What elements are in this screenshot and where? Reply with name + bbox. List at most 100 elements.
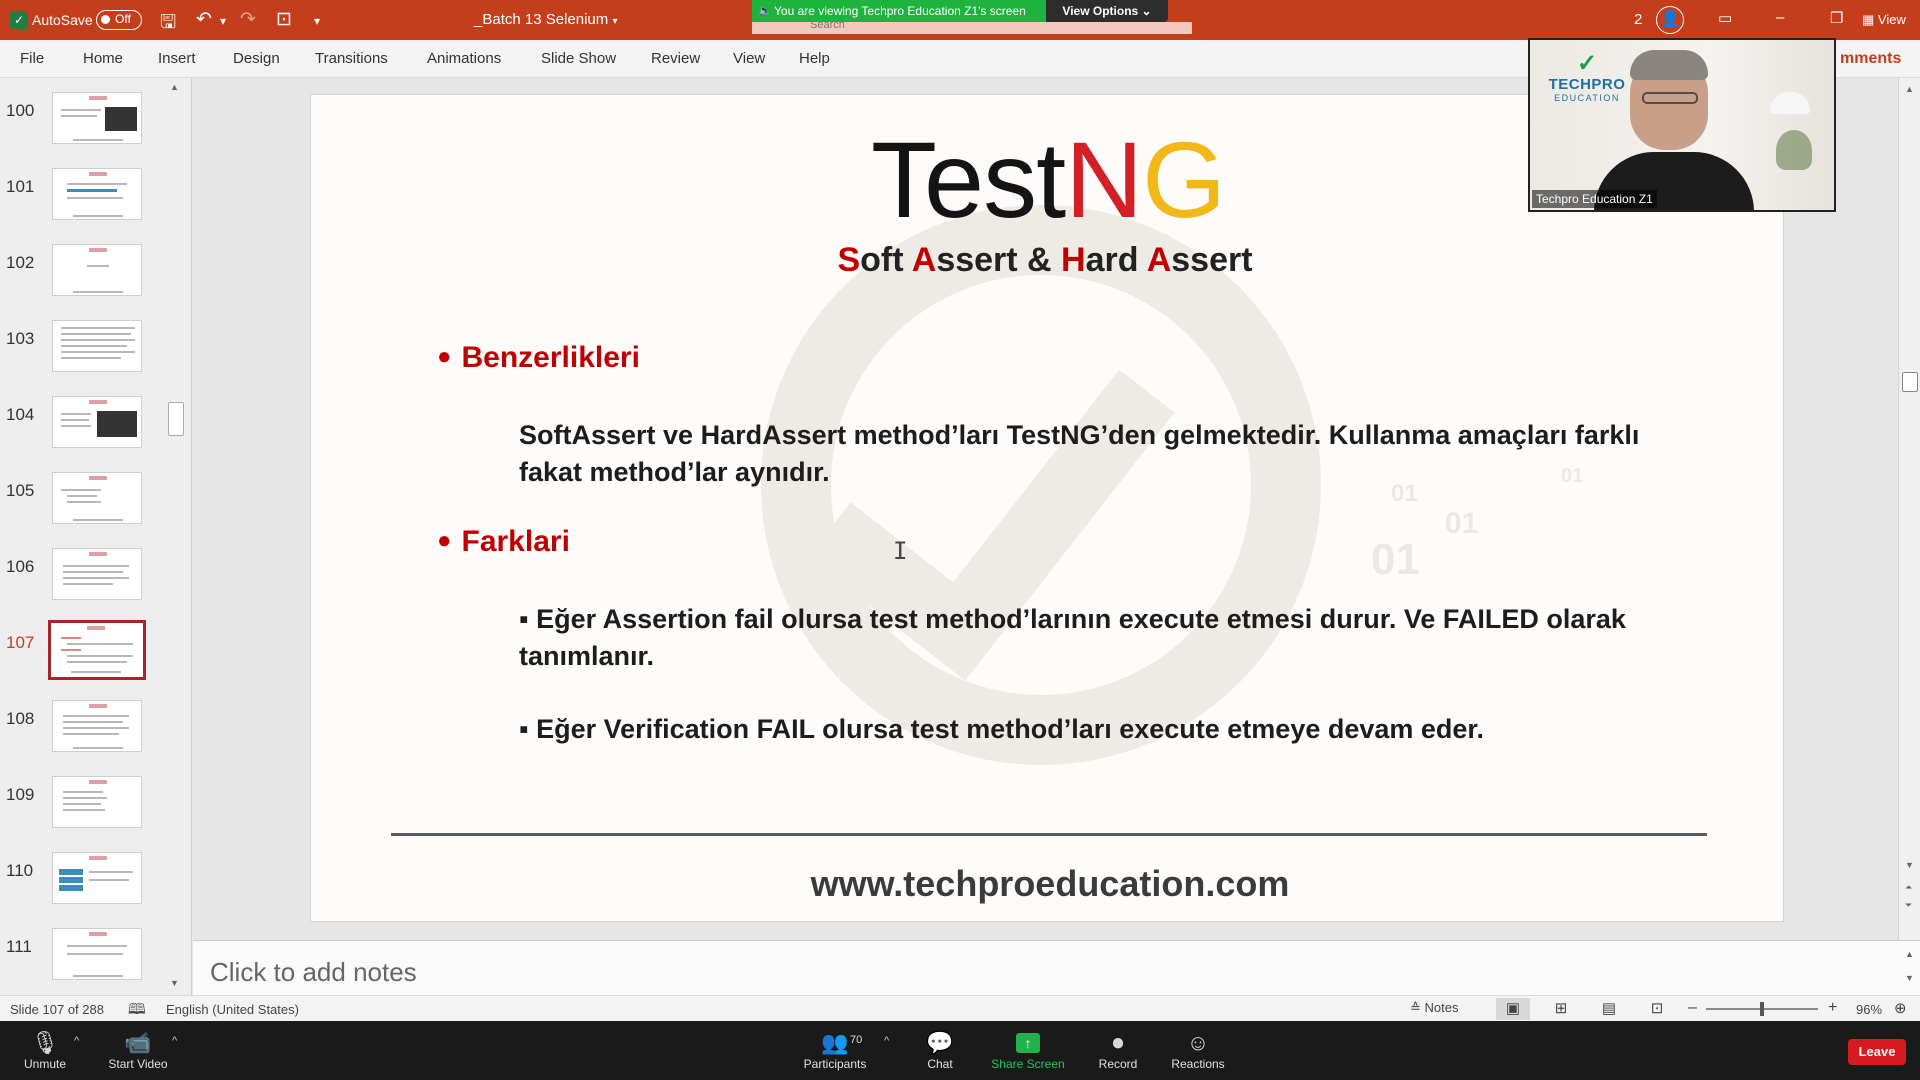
slide-sorter-icon[interactable]: ⊞ — [1544, 998, 1578, 1020]
notes-button[interactable]: ≙ Notes — [1410, 1000, 1458, 1016]
screen-share-banner: 🔈 You are viewing Techpro Education Z1's… — [752, 0, 1046, 22]
minimize-icon[interactable]: – — [1776, 9, 1784, 26]
speaker-name-label: Techpro Education Z1 — [1532, 190, 1657, 208]
zoom-level[interactable]: 96% — [1856, 1002, 1882, 1017]
speaker-video-tile[interactable]: ✓ TECHPRO EDUCATION Techpro Education Z1 — [1528, 38, 1836, 212]
thumbnail-slide-102[interactable]: 102 — [0, 244, 170, 314]
thumbnail-preview[interactable] — [52, 168, 142, 220]
thumbnail-number: 108 — [6, 709, 35, 728]
reactions-button[interactable]: ☺ Reactions — [1168, 1029, 1228, 1071]
thumbnail-number: 107 — [6, 633, 35, 652]
tab-view[interactable]: View — [733, 50, 765, 67]
autosave-toggle[interactable]: Off — [96, 10, 142, 30]
chat-button[interactable]: 💬 Chat — [920, 1029, 960, 1071]
record-button[interactable]: ⏺ Record — [1094, 1029, 1142, 1071]
thumbnail-slide-110[interactable]: 110 — [0, 852, 170, 922]
status-bar: Slide 107 of 288 🕮 English (United State… — [0, 995, 1920, 1021]
scroll-down-icon[interactable]: ▼ — [170, 978, 179, 988]
thumbnail-preview[interactable] — [52, 548, 142, 600]
thumbnail-slide-100[interactable]: 100 — [0, 92, 170, 162]
tab-animations[interactable]: Animations — [427, 50, 501, 67]
thumbnail-slide-105[interactable]: 105 — [0, 472, 170, 542]
scroll-down-icon[interactable]: ▼ — [1905, 973, 1914, 983]
thumbnail-slide-107[interactable]: 107 — [0, 620, 170, 694]
video-options-icon[interactable]: ^ — [172, 1035, 177, 1047]
undo-icon[interactable]: ↶ — [196, 8, 212, 31]
zoom-slider-knob[interactable] — [1760, 1002, 1764, 1016]
thumbnail-slide-103[interactable]: 103 — [0, 320, 170, 390]
tab-design[interactable]: Design — [233, 50, 280, 67]
unmute-button[interactable]: 🎙 Unmute — [20, 1029, 70, 1071]
comments-button[interactable]: mments — [1840, 50, 1901, 68]
autosave-label: AutoSave — [32, 12, 93, 28]
thumbnail-slide-104[interactable]: 104 — [0, 396, 170, 466]
scroll-up-icon[interactable]: ▲ — [1905, 949, 1914, 959]
participants-options-icon[interactable]: ^ — [884, 1035, 889, 1047]
scroll-up-icon[interactable]: ▲ — [170, 82, 179, 92]
thumbnail-preview[interactable] — [52, 852, 142, 904]
scroll-down-icon[interactable]: ▼ — [1905, 860, 1914, 870]
notes-placeholder[interactable]: Click to add notes — [210, 957, 417, 988]
save-icon[interactable]: 🖫 — [160, 8, 176, 40]
thumbnail-preview[interactable] — [52, 92, 142, 144]
thumbnail-preview[interactable] — [52, 928, 142, 980]
tab-help[interactable]: Help — [799, 50, 830, 67]
zoom-in-icon[interactable]: + — [1828, 999, 1837, 1017]
thumbnail-slide-106[interactable]: 106 — [0, 548, 170, 618]
tab-insert[interactable]: Insert — [158, 50, 196, 67]
thumbnail-preview[interactable] — [52, 776, 142, 828]
thumbnail-slide-109[interactable]: 109 — [0, 776, 170, 846]
fit-slide-icon[interactable]: ⊕ — [1894, 999, 1907, 1017]
audio-options-icon[interactable]: ^ — [74, 1035, 79, 1047]
slideshow-view-icon[interactable]: ⊡ — [1640, 998, 1674, 1020]
thumbnail-slide-108[interactable]: 108 — [0, 700, 170, 770]
thumbnail-preview[interactable] — [52, 244, 142, 296]
tab-home[interactable]: Home — [83, 50, 123, 67]
tab-review[interactable]: Review — [651, 50, 700, 67]
thumbnail-preview[interactable] — [52, 472, 142, 524]
undo-dropdown-icon[interactable]: ▾ — [220, 14, 226, 28]
start-video-button[interactable]: 📹 Start Video — [106, 1029, 170, 1071]
thumbnail-preview[interactable] — [52, 700, 142, 752]
thumbnail-preview[interactable] — [52, 396, 142, 448]
leave-button[interactable]: Leave — [1848, 1039, 1906, 1065]
share-screen-button[interactable]: ↑ Share Screen — [990, 1029, 1066, 1071]
zoom-view-button[interactable]: ▦ View — [1862, 12, 1906, 28]
normal-view-icon[interactable]: ▣ — [1496, 998, 1530, 1020]
thumbnail-number: 106 — [6, 557, 35, 576]
restore-icon[interactable]: ❐ — [1830, 9, 1843, 27]
thumbnail-number: 103 — [6, 329, 35, 348]
thumbnail-slide-111[interactable]: 111 — [0, 928, 170, 998]
tab-file[interactable]: File — [20, 50, 44, 67]
document-title[interactable]: _Batch 13 Selenium ▾ — [474, 11, 617, 28]
tab-slide-show[interactable]: Slide Show — [541, 50, 616, 67]
difference-item: ▪ Eğer Assertion fail olursa test method… — [519, 604, 1626, 671]
scroll-thumb[interactable] — [168, 402, 184, 436]
thumbnail-preview-selected[interactable] — [48, 620, 146, 680]
zoom-out-icon[interactable]: – — [1688, 999, 1697, 1017]
previous-slide-icon[interactable]: ⏶ — [1905, 882, 1912, 893]
thumbnail-preview[interactable] — [52, 320, 142, 372]
notes-pane[interactable]: Click to add notes ▲ ▼ — [193, 940, 1920, 995]
thumbnail-number: 104 — [6, 405, 35, 424]
search-input[interactable]: Search — [752, 22, 1192, 34]
zoom-slider[interactable] — [1706, 1002, 1818, 1016]
language-indicator[interactable]: English (United States) — [166, 1002, 299, 1017]
scroll-thumb[interactable] — [1902, 372, 1918, 392]
scroll-up-icon[interactable]: ▲ — [1905, 84, 1914, 94]
ribbon-display-icon[interactable]: ▭ — [1718, 9, 1732, 27]
redo-icon[interactable]: ↷ — [240, 8, 256, 31]
slide-canvas[interactable]: 01 01 01 01 TestNG Soft Assert & Hard As… — [310, 94, 1784, 922]
divider — [391, 833, 1707, 836]
title-bar: ✓ AutoSave Off 🖫 ↶ ▾ ↷ ⊡ ▾ _Batch 13 Sel… — [0, 0, 1920, 40]
editor-scrollbar[interactable]: ▲ ▼ ⏶ ⏷ — [1898, 78, 1920, 940]
tab-transitions[interactable]: Transitions — [315, 50, 388, 67]
view-options-button[interactable]: View Options ⌄ — [1046, 0, 1168, 22]
present-icon[interactable]: ⊡ — [276, 8, 292, 31]
reading-view-icon[interactable]: ▤ — [1592, 998, 1626, 1020]
user-avatar-icon[interactable]: 👤 — [1656, 6, 1684, 34]
next-slide-icon[interactable]: ⏷ — [1905, 900, 1912, 911]
thumbnail-scrollbar[interactable]: ▲ ▼ — [168, 82, 184, 988]
customize-toolbar-icon[interactable]: ▾ — [314, 14, 320, 28]
thumbnail-slide-101[interactable]: 101 — [0, 168, 170, 238]
